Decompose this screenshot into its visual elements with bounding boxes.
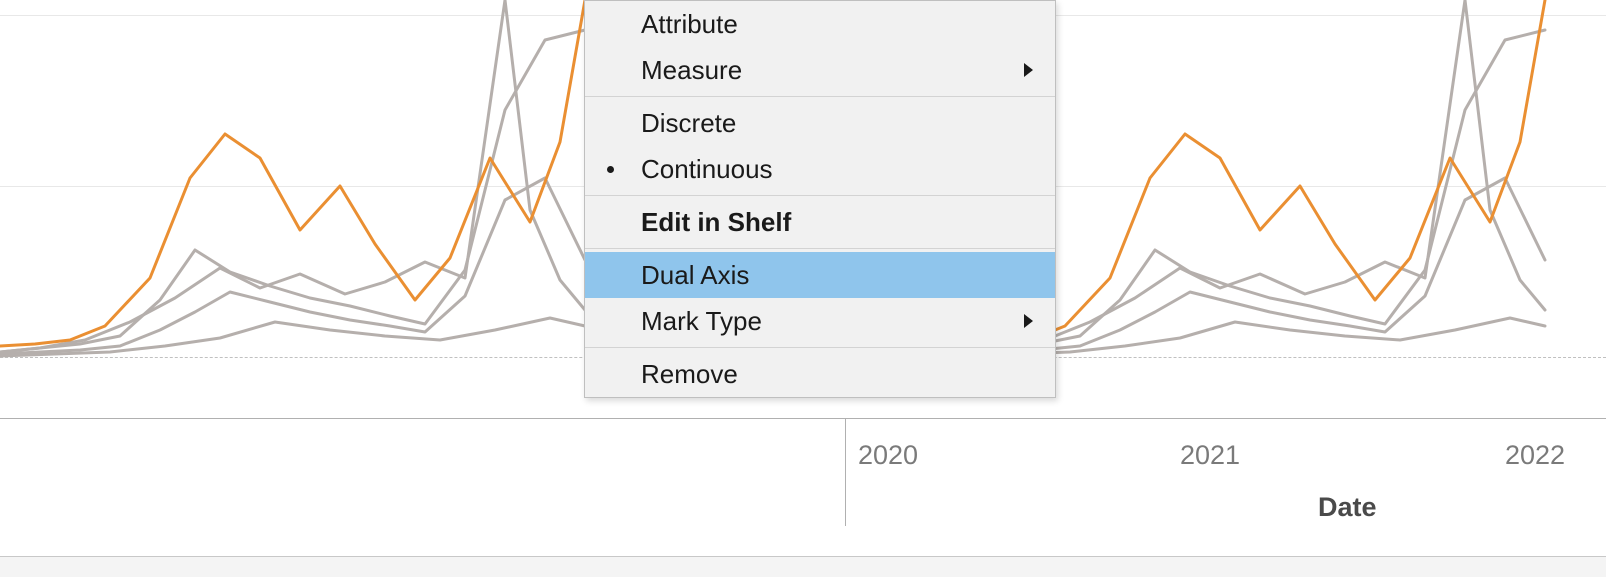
checked-bullet-icon bbox=[607, 166, 614, 173]
menu-separator bbox=[585, 195, 1055, 196]
x-tick-label: 2022 bbox=[1505, 440, 1565, 471]
menu-item-attribute[interactable]: Attribute bbox=[585, 1, 1055, 47]
context-menu: Attribute Measure Discrete Continuous Ed… bbox=[584, 0, 1056, 398]
menu-item-label: Attribute bbox=[641, 9, 738, 39]
menu-item-remove[interactable]: Remove bbox=[585, 351, 1055, 397]
menu-item-discrete[interactable]: Discrete bbox=[585, 100, 1055, 146]
menu-separator bbox=[585, 347, 1055, 348]
submenu-arrow-icon bbox=[1024, 63, 1033, 77]
menu-separator bbox=[585, 248, 1055, 249]
menu-item-edit-in-shelf[interactable]: Edit in Shelf bbox=[585, 199, 1055, 245]
menu-item-label: Dual Axis bbox=[641, 260, 749, 290]
x-tick-label: 2020 bbox=[858, 440, 918, 471]
menu-item-label: Mark Type bbox=[641, 306, 762, 336]
menu-separator bbox=[585, 96, 1055, 97]
menu-item-continuous[interactable]: Continuous bbox=[585, 146, 1055, 192]
menu-item-label: Measure bbox=[641, 55, 742, 85]
x-tick-label: 2021 bbox=[1180, 440, 1240, 471]
menu-item-measure[interactable]: Measure bbox=[585, 47, 1055, 93]
menu-item-label: Discrete bbox=[641, 108, 736, 138]
x-axis-line bbox=[0, 418, 1606, 419]
menu-item-label: Edit in Shelf bbox=[641, 207, 791, 237]
submenu-arrow-icon bbox=[1024, 314, 1033, 328]
menu-item-label: Remove bbox=[641, 359, 738, 389]
x-axis-title: Date bbox=[1318, 492, 1377, 523]
menu-item-mark-type[interactable]: Mark Type bbox=[585, 298, 1055, 344]
menu-item-label: Continuous bbox=[641, 154, 773, 184]
bottom-bar bbox=[0, 556, 1606, 577]
menu-item-dual-axis[interactable]: Dual Axis bbox=[585, 252, 1055, 298]
panel-separator bbox=[845, 418, 846, 526]
